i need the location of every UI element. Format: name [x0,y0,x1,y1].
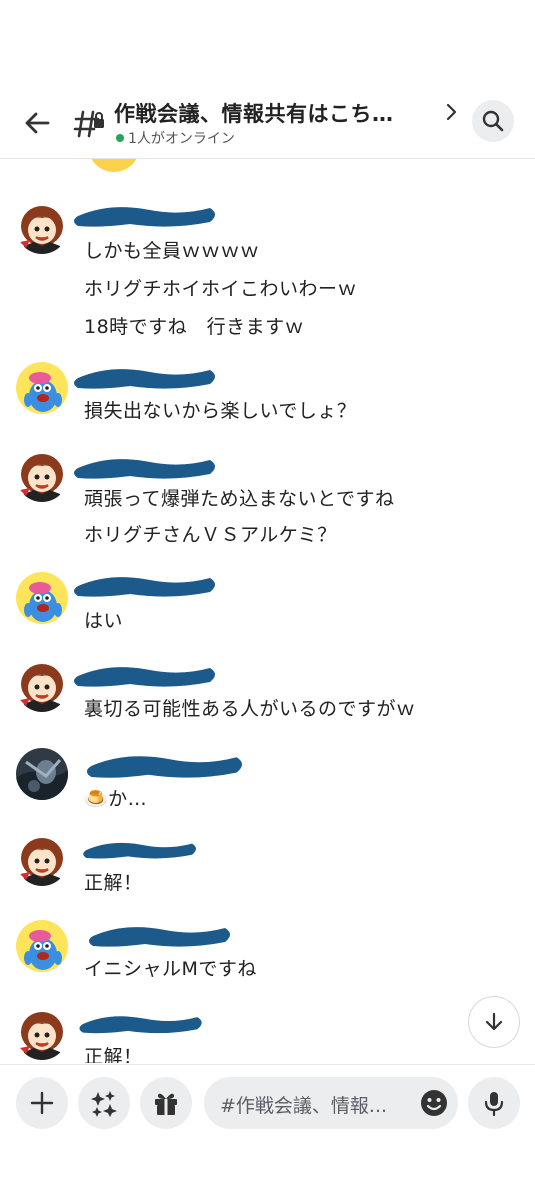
message-text: 🍮か… [84,788,148,810]
channel-hash-lock-icon [72,106,106,140]
redacted-username [74,459,215,479]
search-icon [482,110,504,132]
redacted-username [74,577,215,597]
message-text: しかも全員ｗｗｗｗ [84,240,260,262]
avatar[interactable] [16,1008,68,1060]
emoji-icon [421,1090,447,1116]
online-status: 1人がオンライン [116,128,235,148]
avatar[interactable] [16,834,68,886]
redacted-username [79,1016,202,1034]
online-dot-icon [116,134,124,142]
message-text: 裏切る可能性ある人がいるのですがｗ [84,698,416,720]
message-text: ホリグチさんＶＳアルケミ？ [84,524,337,546]
avatar[interactable] [16,572,68,624]
channel-title[interactable]: 作戦会議、情報共有はこち… [114,98,432,128]
message-composer: #作戦会議、情報... [0,1064,535,1145]
message-text: 正解！ [84,872,143,894]
gift-icon [155,1093,177,1115]
attach-button[interactable] [16,1077,68,1129]
voice-message-button[interactable] [468,1077,520,1129]
redacted-username [74,207,215,227]
plus-icon [30,1091,54,1115]
avatar[interactable] [16,920,68,972]
scroll-to-bottom-button[interactable] [468,996,520,1048]
message-text: はい [84,610,124,632]
message-input[interactable]: #作戦会議、情報... [204,1077,458,1129]
message-input-placeholder: #作戦会議、情報... [220,1095,388,1117]
back-arrow-icon [25,112,50,134]
channel-details-button[interactable] [440,100,462,124]
avatar[interactable] [16,202,68,254]
message-text: 18時ですね 行きますｗ [84,316,305,338]
message-text: イニシャルMですね [84,958,257,980]
microphone-icon [484,1092,504,1116]
redacted-username [83,842,196,859]
chevron-right-icon [446,103,457,121]
message-text: 頑張って爆弾ため込まないとですね [84,488,395,510]
apps-icon [91,1091,117,1117]
apps-button[interactable] [78,1077,130,1129]
search-button[interactable] [472,100,514,142]
emoji-button[interactable] [420,1089,448,1117]
redacted-username [86,756,243,778]
redacted-username [74,369,215,389]
avatar[interactable] [16,450,68,502]
message-text: ホリグチホイホイこわいわーｗ [84,278,358,300]
message-list[interactable]: しかも全員ｗｗｗｗ ホリグチホイホイこわいわーｗ 18時ですね 行きますｗ 損失… [0,158,535,1063]
redacted-username [89,927,230,947]
message-text: 損失出ないから楽しいでしょ？ [84,400,357,422]
avatar[interactable] [16,748,68,800]
scroll-down-arrow-icon [485,1012,503,1031]
avatar[interactable] [16,362,68,414]
avatar[interactable] [16,660,68,712]
message-text: 正解！ [84,1046,143,1063]
redacted-username [74,667,215,687]
channel-header: 作戦会議、情報共有はこち… 1人がオンライン [0,90,535,159]
gift-button[interactable] [140,1077,192,1129]
online-status-text: 1人がオンライン [128,131,235,147]
back-button[interactable] [20,106,54,140]
